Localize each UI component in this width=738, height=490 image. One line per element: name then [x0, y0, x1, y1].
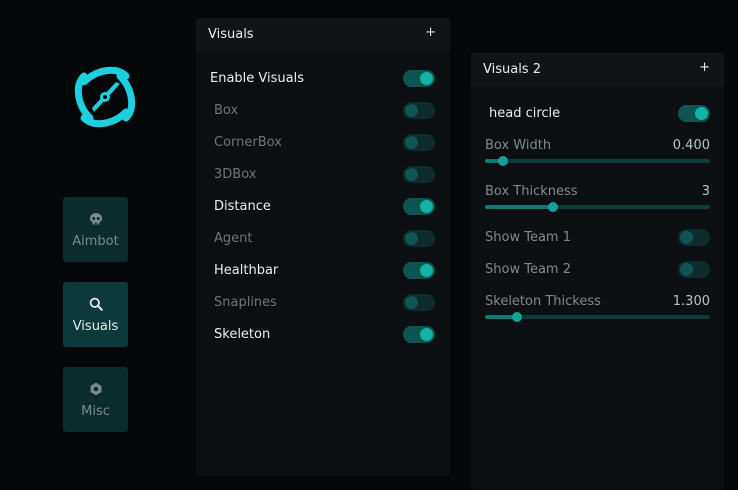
toggle-label: 3DBox: [214, 167, 257, 182]
toggle-label: Enable Visuals: [210, 71, 304, 86]
panel-header: Visuals 2 +: [471, 53, 724, 87]
slider-fill: [485, 205, 553, 209]
sidebar-item-label: Aimbot: [72, 233, 119, 249]
agent-toggle[interactable]: [403, 230, 435, 247]
toggle-label: Healthbar: [214, 263, 279, 278]
slider-value: 1.300: [672, 294, 710, 309]
toggle-row-show-team-1: Show Team 1: [471, 227, 724, 249]
toggle-row-cornerbox: CornerBox: [196, 132, 450, 154]
toggle-label: Snaplines: [214, 295, 277, 310]
toggle-label: Box: [214, 103, 239, 118]
toggle-row-healthbar: Healthbar: [196, 260, 450, 282]
show-team-1-toggle[interactable]: [678, 229, 710, 246]
atom-logo-icon: [70, 62, 140, 132]
slider-thumb[interactable]: [511, 312, 522, 322]
slider-label: Box Width: [485, 138, 552, 153]
toggle-row-skeleton: Skeleton: [196, 324, 450, 346]
add-button[interactable]: +: [699, 60, 710, 75]
search-icon: [88, 296, 104, 312]
hexagon-nut-icon: [88, 381, 104, 397]
sidebar-item-label: Misc: [81, 403, 110, 419]
skeleton-toggle[interactable]: [403, 326, 435, 343]
slider-label: Skeleton Thickess: [485, 294, 601, 309]
slider-row-box-width: Box Width 0.400: [471, 138, 724, 170]
sidebar-item-visuals[interactable]: Visuals: [63, 282, 128, 347]
toggle-row-box: Box: [196, 100, 450, 122]
panel-header: Visuals +: [196, 18, 450, 52]
toggle-row-distance: Distance: [196, 196, 450, 218]
box-toggle[interactable]: [403, 102, 435, 119]
cornerbox-toggle[interactable]: [403, 134, 435, 151]
toggle-label: Distance: [214, 199, 271, 214]
toggle-row-enable-visuals: Enable Visuals: [196, 68, 450, 90]
head-circle-toggle[interactable]: [678, 105, 710, 122]
slider-row-skeleton-thickess: Skeleton Thickess 1.300: [471, 294, 724, 326]
3dbox-toggle[interactable]: [403, 166, 435, 183]
sidebar-item-label: Visuals: [72, 318, 119, 334]
toggle-label: CornerBox: [214, 135, 282, 150]
panel-title: Visuals 2: [483, 62, 541, 77]
box-thickness-slider[interactable]: [485, 202, 710, 212]
slider-thumb[interactable]: [498, 156, 508, 166]
skeleton-thickess-slider[interactable]: [485, 312, 710, 322]
sidebar: Aimbot Visuals Misc: [0, 0, 190, 490]
show-team-2-toggle[interactable]: [678, 261, 710, 278]
sidebar-item-misc[interactable]: Misc: [63, 367, 128, 432]
toggle-label: head circle: [489, 106, 561, 121]
slider-thumb[interactable]: [547, 202, 558, 212]
box-width-slider[interactable]: [485, 156, 710, 166]
visuals-2-panel: Visuals 2 + head circle Box Width 0.400 …: [471, 53, 724, 490]
toggle-row-3dbox: 3DBox: [196, 164, 450, 186]
slider-value: 0.400: [672, 138, 710, 153]
snaplines-toggle[interactable]: [403, 294, 435, 311]
sidebar-item-aimbot[interactable]: Aimbot: [63, 197, 128, 262]
panel-title: Visuals: [208, 27, 254, 42]
visuals-panel: Visuals + Enable Visuals Box CornerBox 3…: [196, 18, 450, 476]
skull-icon: [88, 211, 104, 227]
toggle-row-show-team-2: Show Team 2: [471, 259, 724, 281]
slider-label: Box Thickness: [485, 184, 578, 199]
toggle-label: Show Team 1: [485, 230, 571, 245]
toggle-label: Show Team 2: [485, 262, 571, 277]
distance-toggle[interactable]: [403, 198, 435, 215]
toggle-row-head-circle: head circle: [471, 103, 724, 125]
add-button[interactable]: +: [425, 25, 436, 40]
slider-value: 3: [701, 184, 710, 199]
toggle-row-snaplines: Snaplines: [196, 292, 450, 314]
toggle-label: Skeleton: [214, 327, 271, 342]
toggle-row-agent: Agent: [196, 228, 450, 250]
healthbar-toggle[interactable]: [403, 262, 435, 279]
slider-row-box-thickness: Box Thickness 3: [471, 184, 724, 216]
enable-visuals-toggle[interactable]: [403, 70, 435, 87]
toggle-label: Agent: [214, 231, 253, 246]
